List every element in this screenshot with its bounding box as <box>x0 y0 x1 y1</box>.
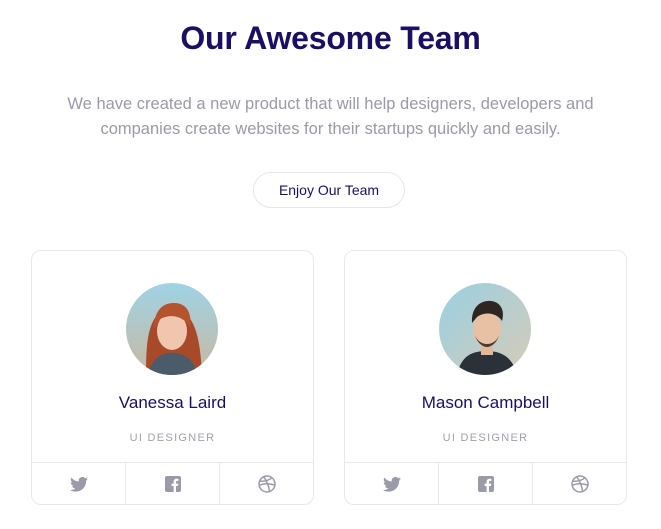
twitter-link[interactable] <box>32 463 125 504</box>
facebook-link[interactable] <box>125 463 219 504</box>
dribbble-link[interactable] <box>532 463 626 504</box>
dribbble-link[interactable] <box>219 463 313 504</box>
avatar <box>439 283 531 375</box>
team-card-mason: Mason Campbell UI DESIGNER <box>344 250 627 505</box>
facebook-icon <box>477 476 494 492</box>
member-role: UI DESIGNER <box>442 432 529 444</box>
dribbble-icon <box>257 475 276 493</box>
section-description: We have created a new product that will … <box>67 95 594 138</box>
team-section: Our Awesome Team We have created a new p… <box>0 0 661 529</box>
enjoy-team-button[interactable]: Enjoy Our Team <box>253 172 405 208</box>
page-title: Our Awesome Team <box>180 20 481 56</box>
dribbble-icon <box>570 475 589 493</box>
member-name: Vanessa Laird <box>118 393 227 412</box>
social-links <box>345 462 626 504</box>
member-role: UI DESIGNER <box>129 432 216 444</box>
facebook-link[interactable] <box>438 463 532 504</box>
member-name: Mason Campbell <box>421 393 550 412</box>
avatar <box>126 283 218 375</box>
team-card-vanessa: Vanessa Laird UI DESIGNER <box>31 250 314 505</box>
facebook-icon <box>164 476 181 492</box>
twitter-link[interactable] <box>345 463 438 504</box>
twitter-icon <box>382 476 401 492</box>
social-links <box>32 462 313 504</box>
twitter-icon <box>69 476 88 492</box>
